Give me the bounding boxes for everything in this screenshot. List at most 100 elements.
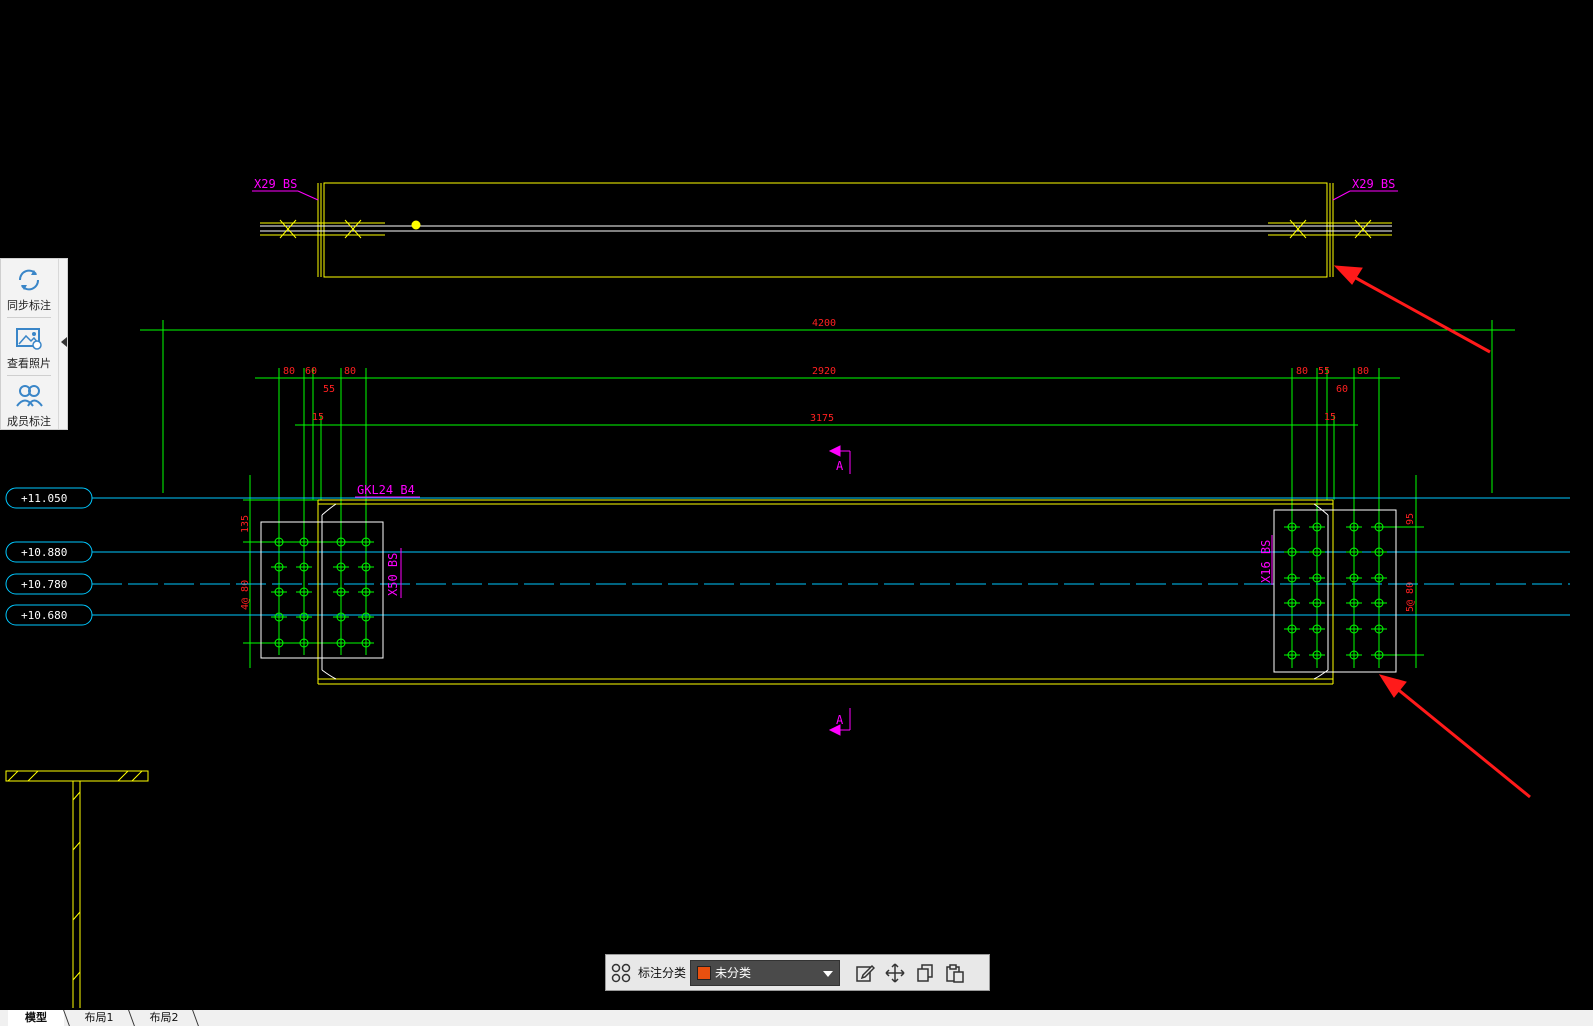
plate-label-left: X50 BS — [386, 553, 400, 596]
bolt-crosshair — [1284, 519, 1300, 535]
dim-left-15: 15 — [312, 412, 324, 423]
side-panel-collapse-button[interactable] — [58, 259, 69, 429]
dim-right-80a: 80 — [1296, 366, 1308, 377]
top-beam-outline — [323, 182, 1328, 278]
dim-right-vert-main: 5@ 80 — [1405, 582, 1416, 612]
dim-left-vert-top: 135 — [240, 515, 251, 533]
top-bolt-crosses — [279, 219, 1372, 239]
bolt-crosshair — [271, 534, 287, 550]
bolt-crosshair — [1346, 595, 1362, 611]
copy-icon — [917, 963, 933, 982]
grid-menu-button[interactable] — [606, 958, 636, 988]
annotation-arrows — [1333, 265, 1531, 799]
bolt-crosshair — [1309, 519, 1325, 535]
dim-mid: 3175 — [810, 413, 834, 424]
bolt-crosshair — [1309, 647, 1325, 663]
tab-model[interactable]: 模型 — [8, 1010, 64, 1026]
bolt-crosshair — [1371, 621, 1387, 637]
bolt-crosshair — [333, 584, 349, 600]
bolt-crosshair — [296, 609, 312, 625]
top-section-labels: X29 BS X29 BS — [252, 177, 1398, 201]
bolt-crosshair — [1371, 647, 1387, 663]
bolt-crosshair — [1309, 544, 1325, 560]
bolt-crosshair — [296, 534, 312, 550]
bolt-crosshair — [333, 534, 349, 550]
bolt-crosshair — [1284, 621, 1300, 637]
photo-icon — [16, 328, 42, 350]
bolt-crosshair — [271, 635, 287, 651]
tab-model-label: 模型 — [25, 1011, 47, 1024]
tab-layout2[interactable]: 布局2 — [135, 1010, 193, 1026]
move-button[interactable] — [880, 958, 910, 988]
sync-annotation-button[interactable]: 同步标注 — [1, 261, 57, 317]
bolt-crosshair — [333, 559, 349, 575]
bolt-crosshair — [358, 584, 374, 600]
move-icon — [885, 962, 905, 983]
bolt-crosshair — [333, 635, 349, 651]
bolt-crosshair — [1284, 595, 1300, 611]
right-bolt-group — [1284, 519, 1387, 663]
dim-right-55: 55 — [1318, 366, 1330, 377]
chevron-down-icon — [823, 970, 834, 977]
bolt-crosshair — [296, 635, 312, 651]
tab-layout1-label: 布局1 — [84, 1011, 114, 1024]
sync-icon — [18, 269, 40, 291]
members-icon — [16, 385, 43, 407]
bolt-crosshair — [1346, 621, 1362, 637]
bolt-crosshair — [1284, 544, 1300, 560]
section-label-left: X29 BS — [254, 177, 297, 191]
dim-left-80b: 80 — [344, 366, 356, 377]
bolt-crosshair — [1309, 621, 1325, 637]
annotation-category-value: 未分类 — [715, 966, 752, 980]
bolt-crosshair — [296, 584, 312, 600]
tab-layout1[interactable]: 布局1 — [70, 1010, 128, 1026]
annotation-toolbar: 标注分类 未分类 — [605, 954, 990, 991]
collapse-triangle-icon — [61, 337, 67, 347]
bolt-crosshair — [271, 584, 287, 600]
copy-button[interactable] — [910, 958, 940, 988]
layout-tab-bar: 模型 布局1 布局2 — [0, 1010, 1593, 1026]
arrow-top-shaft — [1344, 270, 1491, 354]
bolt-crosshair — [1346, 519, 1362, 535]
t-section — [5, 770, 149, 1008]
cad-drawing-canvas[interactable]: X29 BS X29 BS 4200 2920 3175 80 60 80 55… — [0, 0, 1593, 1026]
side-panel: 同步标注 查看照片 成员标注 — [0, 258, 68, 430]
beam-label: GKL24 B4 — [357, 483, 415, 497]
dim-left-60: 60 — [305, 366, 317, 377]
bolt-crosshair — [296, 559, 312, 575]
elevation-lines — [92, 497, 1570, 616]
section-mark-bottom-label: A — [836, 713, 844, 727]
dim-right-vert-top: 95 — [1405, 513, 1416, 525]
bolt-crosshair — [1371, 519, 1387, 535]
category-color-swatch — [697, 965, 712, 980]
dim-right-80b: 80 — [1357, 366, 1369, 377]
elev-text-1: +11.050 — [21, 492, 67, 505]
bolt-crosshair — [271, 559, 287, 575]
bolt-crosshair — [1309, 595, 1325, 611]
elev-text-2: +10.880 — [21, 546, 67, 559]
bolt-crosshair — [358, 609, 374, 625]
beam-web-white — [321, 503, 1329, 680]
bolt-crosshair — [1346, 647, 1362, 663]
paste-icon — [946, 963, 964, 983]
annotation-category-select[interactable]: 未分类 — [690, 959, 841, 986]
plate-label-right: X16 BS — [1259, 540, 1273, 583]
grid-menu-icon — [611, 963, 631, 982]
bolt-crosshair — [1284, 647, 1300, 663]
view-photo-button[interactable]: 查看照片 — [1, 319, 57, 375]
section-label-right: X29 BS — [1352, 177, 1395, 191]
member-annotation-button[interactable]: 成员标注 — [1, 377, 57, 433]
edit-button[interactable] — [850, 958, 880, 988]
beam-side-view — [317, 499, 1334, 685]
bolt-crosshair — [358, 559, 374, 575]
annotation-category-label: 标注分类 — [638, 966, 687, 980]
dim-left-55: 55 — [323, 384, 335, 395]
tab-layout2-label: 布局2 — [149, 1011, 179, 1024]
bolt-crosshair — [271, 609, 287, 625]
elev-text-3: +10.780 — [21, 578, 67, 591]
bolt-crosshair — [358, 534, 374, 550]
bolt-crosshair — [1346, 544, 1362, 560]
paste-button[interactable] — [940, 958, 970, 988]
edit-icon — [856, 964, 876, 982]
arrow-bottom-shaft — [1389, 681, 1531, 799]
